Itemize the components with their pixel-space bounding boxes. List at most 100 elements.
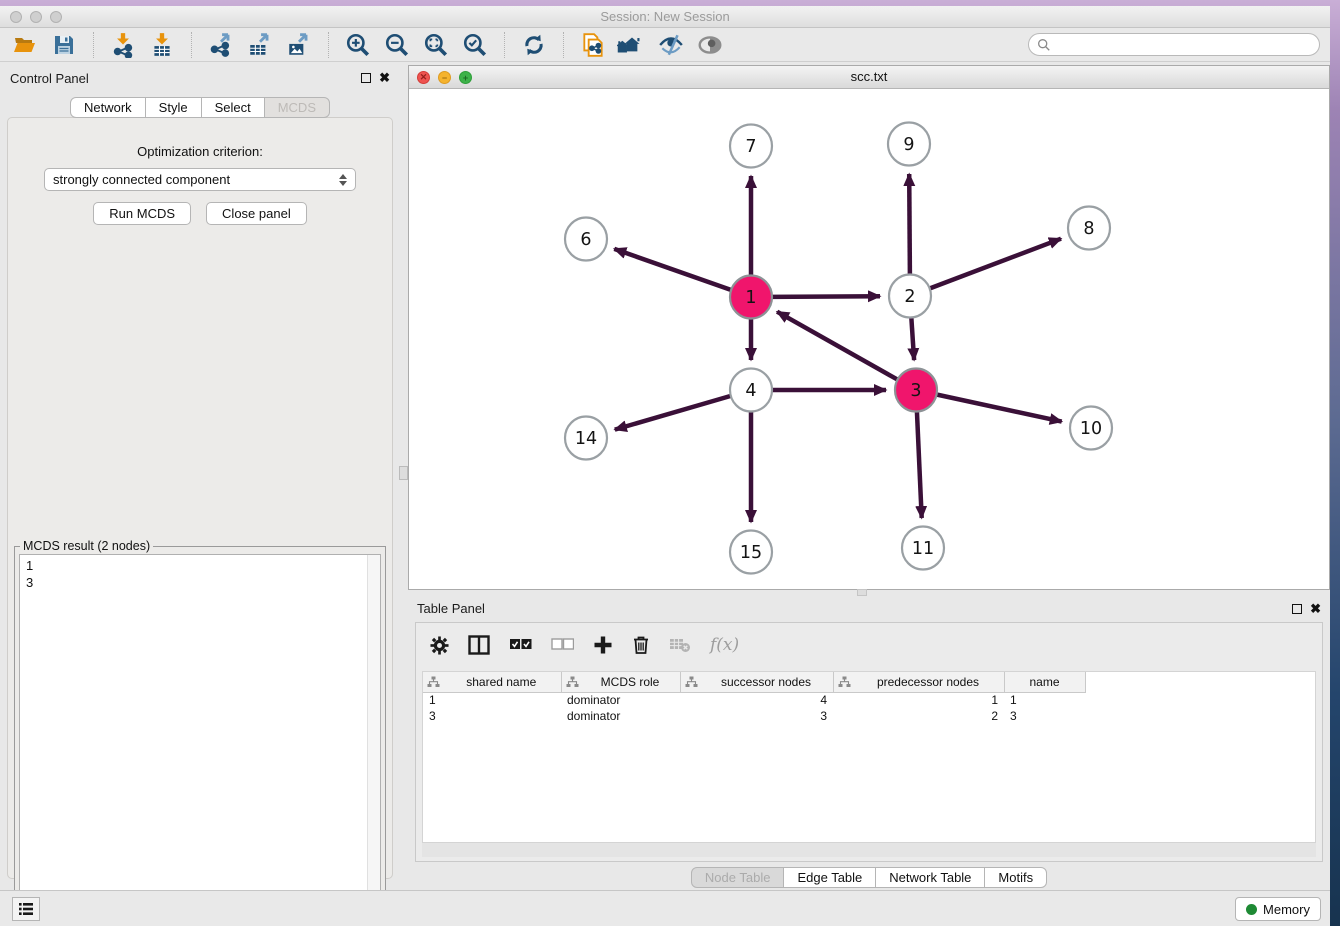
result-scrollbar[interactable] bbox=[367, 555, 380, 913]
column-header-name[interactable]: name bbox=[1004, 672, 1085, 692]
tab-network-table[interactable]: Network Table bbox=[875, 867, 985, 888]
cell-shared-name[interactable]: 3 bbox=[423, 708, 561, 724]
optimization-criterion-value: strongly connected component bbox=[53, 172, 339, 187]
hide-graphics-details-icon[interactable] bbox=[656, 31, 686, 59]
clone-network-icon[interactable] bbox=[578, 31, 608, 59]
zoom-window-icon[interactable] bbox=[50, 11, 62, 23]
control-panel-header: Control Panel ✖ bbox=[0, 65, 400, 91]
table-toolbar: f(x) bbox=[416, 623, 1322, 667]
cell-predecessor-nodes[interactable]: 2 bbox=[833, 708, 1004, 724]
import-network-icon[interactable] bbox=[108, 31, 138, 59]
minimize-window-icon[interactable] bbox=[30, 11, 42, 23]
cell-shared-name[interactable]: 1 bbox=[423, 692, 561, 708]
mcds-result-group: MCDS result (2 nodes) 1 3 bbox=[14, 546, 386, 920]
tree-icon bbox=[685, 676, 698, 688]
close-window-icon[interactable] bbox=[10, 11, 22, 23]
cell-predecessor-nodes[interactable]: 1 bbox=[833, 692, 1004, 708]
tab-style[interactable]: Style bbox=[145, 97, 202, 118]
close-panel-button[interactable]: Close panel bbox=[206, 202, 307, 225]
cell-successor-nodes[interactable]: 4 bbox=[680, 692, 833, 708]
close-table-panel-icon[interactable]: ✖ bbox=[1310, 604, 1321, 614]
table-panel-title: Table Panel bbox=[417, 601, 485, 616]
control-panel-title: Control Panel bbox=[10, 71, 89, 86]
task-history-button[interactable] bbox=[12, 897, 40, 921]
table-scrollbar[interactable] bbox=[422, 843, 1316, 857]
toolbar-separator bbox=[191, 32, 192, 58]
table-row[interactable]: 3 dominator 3 2 3 bbox=[423, 708, 1085, 724]
run-mcds-button[interactable]: Run MCDS bbox=[93, 202, 191, 225]
node-table[interactable]: shared name MCDS role successor nodes pr… bbox=[422, 671, 1316, 843]
optimization-criterion-select[interactable]: strongly connected component bbox=[44, 168, 356, 191]
list-icon bbox=[18, 902, 34, 916]
tree-icon bbox=[427, 676, 440, 688]
delete-table-icon bbox=[669, 637, 691, 653]
export-network-icon[interactable] bbox=[206, 31, 236, 59]
horizontal-splitter-handle[interactable] bbox=[857, 589, 867, 596]
svg-text:4: 4 bbox=[745, 381, 756, 401]
svg-text:9: 9 bbox=[903, 135, 914, 155]
toolbar-separator bbox=[328, 32, 329, 58]
table-panel-tabs: Node Table Edge Table Network Table Moti… bbox=[408, 867, 1330, 888]
export-table-icon[interactable] bbox=[245, 31, 275, 59]
tab-edge-table[interactable]: Edge Table bbox=[783, 867, 876, 888]
network-window-titlebar: ✕ − + scc.txt bbox=[409, 66, 1329, 89]
mcds-result-line: 3 bbox=[20, 574, 380, 591]
zoom-selected-icon[interactable] bbox=[460, 31, 490, 59]
cell-successor-nodes[interactable]: 3 bbox=[680, 708, 833, 724]
network-window-title: scc.txt bbox=[409, 66, 1329, 88]
close-panel-icon[interactable]: ✖ bbox=[379, 73, 390, 83]
tab-select[interactable]: Select bbox=[201, 97, 265, 118]
network-minimize-icon[interactable]: − bbox=[438, 71, 451, 84]
select-all-icon[interactable] bbox=[509, 638, 532, 652]
memory-button[interactable]: Memory bbox=[1235, 897, 1321, 921]
column-header-successor-nodes[interactable]: successor nodes bbox=[680, 672, 833, 692]
deselect-all-icon[interactable] bbox=[551, 638, 574, 652]
table-panel-header: Table Panel ✖ bbox=[408, 597, 1330, 620]
table-row[interactable]: 1 dominator 4 1 1 bbox=[423, 692, 1085, 708]
svg-text:1: 1 bbox=[745, 288, 756, 308]
network-graph[interactable]: 7968124314101511 bbox=[409, 89, 1329, 589]
tab-motifs[interactable]: Motifs bbox=[984, 867, 1047, 888]
column-header-shared-name[interactable]: shared name bbox=[423, 672, 561, 692]
traffic-lights bbox=[10, 11, 62, 23]
cell-name[interactable]: 1 bbox=[1004, 692, 1085, 708]
table-panel: Table Panel ✖ bbox=[408, 597, 1330, 888]
tab-node-table[interactable]: Node Table bbox=[691, 867, 785, 888]
add-column-icon[interactable] bbox=[593, 635, 613, 655]
search-box[interactable] bbox=[1028, 33, 1320, 56]
birdseye-view-icon[interactable] bbox=[695, 31, 725, 59]
delete-column-icon[interactable] bbox=[632, 635, 650, 655]
cell-mcds-role[interactable]: dominator bbox=[561, 692, 680, 708]
open-session-icon[interactable] bbox=[10, 31, 40, 59]
float-table-panel-icon[interactable] bbox=[1292, 604, 1302, 614]
toolbar-separator bbox=[563, 32, 564, 58]
cell-mcds-role[interactable]: dominator bbox=[561, 708, 680, 724]
svg-text:10: 10 bbox=[1080, 419, 1102, 439]
home-icon[interactable] bbox=[617, 31, 647, 59]
zoom-in-icon[interactable] bbox=[343, 31, 373, 59]
search-input[interactable] bbox=[1056, 38, 1311, 52]
mcds-result-area[interactable]: 1 3 bbox=[19, 554, 381, 914]
column-header-mcds-role[interactable]: MCDS role bbox=[561, 672, 680, 692]
vertical-splitter-handle[interactable] bbox=[399, 466, 408, 480]
column-header-predecessor-nodes[interactable]: predecessor nodes bbox=[833, 672, 1004, 692]
memory-status-icon bbox=[1246, 904, 1257, 915]
import-table-icon[interactable] bbox=[147, 31, 177, 59]
mcds-result-line: 1 bbox=[20, 555, 380, 574]
split-view-icon[interactable] bbox=[468, 635, 490, 655]
zoom-out-icon[interactable] bbox=[382, 31, 412, 59]
save-session-icon[interactable] bbox=[49, 31, 79, 59]
tab-network[interactable]: Network bbox=[70, 97, 146, 118]
float-panel-icon[interactable] bbox=[361, 73, 371, 83]
zoom-fit-icon[interactable] bbox=[421, 31, 451, 59]
search-icon bbox=[1037, 38, 1051, 52]
main-toolbar bbox=[0, 28, 1330, 62]
table-settings-icon[interactable] bbox=[430, 636, 449, 655]
svg-text:8: 8 bbox=[1083, 219, 1094, 239]
refresh-icon[interactable] bbox=[519, 31, 549, 59]
cell-name[interactable]: 3 bbox=[1004, 708, 1085, 724]
tab-mcds[interactable]: MCDS bbox=[264, 97, 330, 118]
network-maximize-icon[interactable]: + bbox=[459, 71, 472, 84]
export-image-icon[interactable] bbox=[284, 31, 314, 59]
network-close-icon[interactable]: ✕ bbox=[417, 71, 430, 84]
